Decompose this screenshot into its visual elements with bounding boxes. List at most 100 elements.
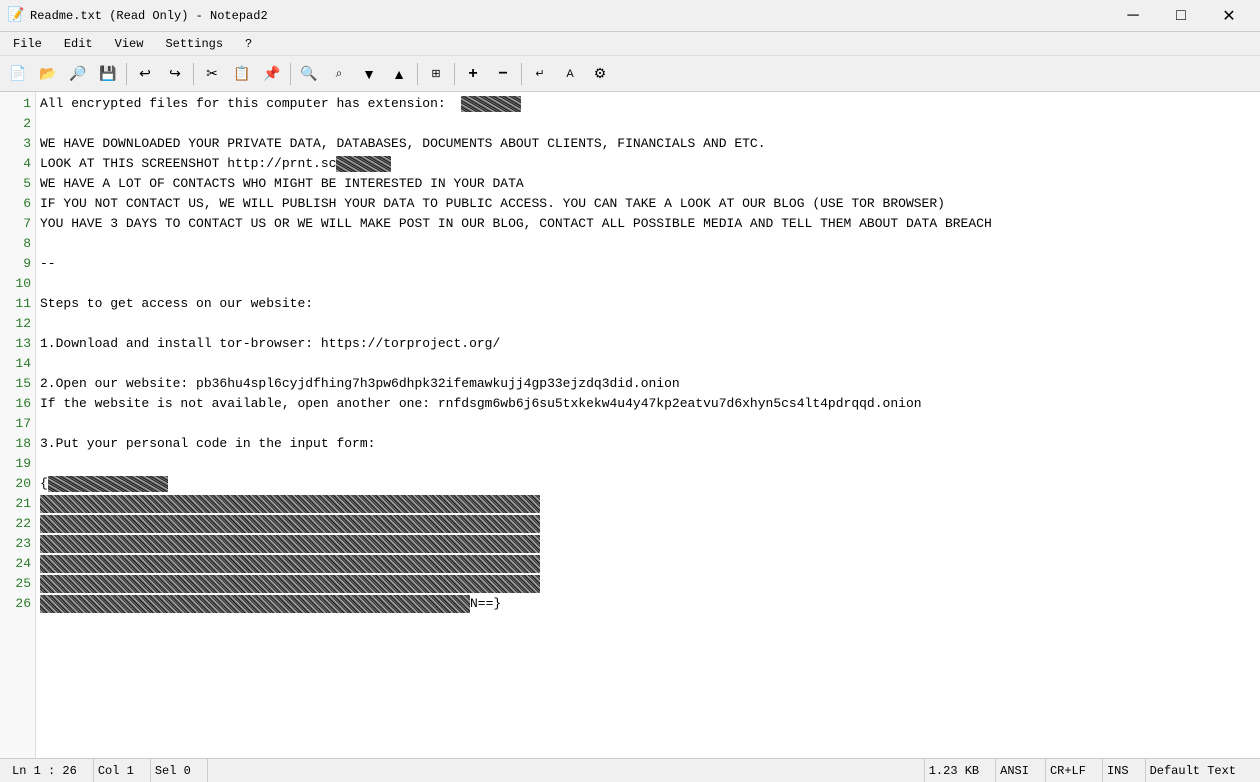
line-ending-button[interactable]: ↵ <box>526 60 554 88</box>
menu-file[interactable]: File <box>4 34 51 54</box>
line-17 <box>40 414 1256 434</box>
noise-block-24 <box>40 555 540 573</box>
menu-view[interactable]: View <box>106 34 153 54</box>
find-button[interactable]: 🔍 <box>295 60 323 88</box>
status-spacer <box>208 759 925 782</box>
maximize-button[interactable]: □ <box>1158 2 1204 30</box>
redo-button[interactable]: ↪ <box>161 60 189 88</box>
line-24 <box>40 554 1256 574</box>
zoom-out-button[interactable]: − <box>489 60 517 88</box>
line-number-7: 7 <box>0 214 31 234</box>
paste-button[interactable]: 📌 <box>258 60 286 88</box>
line-number-15: 15 <box>0 374 31 394</box>
menu-?[interactable]: ? <box>236 34 261 54</box>
close-button[interactable]: ✕ <box>1206 2 1252 30</box>
toolbar-separator-1 <box>126 63 127 85</box>
line-number-25: 25 <box>0 574 31 594</box>
line-2 <box>40 114 1256 134</box>
status-position: Ln 1 : 26 <box>8 759 94 782</box>
line-number-22: 22 <box>0 514 31 534</box>
noise-block-22 <box>40 515 540 533</box>
line-18: 3.Put your personal code in the input fo… <box>40 434 1256 454</box>
window-title: Readme.txt (Read Only) - Notepad2 <box>30 9 268 23</box>
noise-inline-4 <box>336 156 391 172</box>
line-9: -- <box>40 254 1256 274</box>
line-number-24: 24 <box>0 554 31 574</box>
find-next-button[interactable]: ▼ <box>355 60 383 88</box>
encoding-button[interactable]: A <box>556 60 584 88</box>
minimize-button[interactable]: ─ <box>1110 2 1156 30</box>
line-26: N==} <box>40 594 1256 614</box>
line-4: LOOK AT THIS SCREENSHOT http://prnt.sc <box>40 154 1256 174</box>
line-12 <box>40 314 1256 334</box>
find-file-button[interactable]: 🔎 <box>64 60 92 88</box>
find2-button[interactable]: ⌕ <box>325 60 353 88</box>
line-13: 1.Download and install tor-browser: http… <box>40 334 1256 354</box>
line-number-1: 1 <box>0 94 31 114</box>
status-encoding: ANSI <box>996 759 1046 782</box>
line-number-17: 17 <box>0 414 31 434</box>
cut-button[interactable]: ✂ <box>198 60 226 88</box>
line-6: IF YOU NOT CONTACT US, WE WILL PUBLISH Y… <box>40 194 1256 214</box>
line-23 <box>40 534 1256 554</box>
toolbar-separator-6 <box>521 63 522 85</box>
line-number-21: 21 <box>0 494 31 514</box>
undo-button[interactable]: ↩ <box>131 60 159 88</box>
line-numbers: 1234567891011121314151617181920212223242… <box>0 92 36 758</box>
line-15: 2.Open our website: pb36hu4spl6cyjdfhing… <box>40 374 1256 394</box>
line-21 <box>40 494 1256 514</box>
title-left: 📝 Readme.txt (Read Only) - Notepad2 <box>8 8 268 24</box>
line-22 <box>40 514 1256 534</box>
line-number-14: 14 <box>0 354 31 374</box>
noise-block-25 <box>40 575 540 593</box>
line-number-2: 2 <box>0 114 31 134</box>
line-number-23: 23 <box>0 534 31 554</box>
menu-bar: FileEditViewSettings? <box>0 32 1260 56</box>
noise-inline-20 <box>48 476 168 492</box>
line-19 <box>40 454 1256 474</box>
toolbar-separator-2 <box>193 63 194 85</box>
select-all-button[interactable]: ⊞ <box>422 60 450 88</box>
line-number-10: 10 <box>0 274 31 294</box>
zoom-in-button[interactable]: + <box>459 60 487 88</box>
status-line-ending: CR+LF <box>1046 759 1103 782</box>
toolbar-separator-3 <box>290 63 291 85</box>
line-number-5: 5 <box>0 174 31 194</box>
menu-edit[interactable]: Edit <box>55 34 102 54</box>
line-5: WE HAVE A LOT OF CONTACTS WHO MIGHT BE I… <box>40 174 1256 194</box>
status-mode: INS <box>1103 759 1146 782</box>
line-number-26: 26 <box>0 594 31 614</box>
toolbar-separator-5 <box>454 63 455 85</box>
status-style: Default Text <box>1146 759 1252 782</box>
title-controls: ─ □ ✕ <box>1110 2 1252 30</box>
line-20: { <box>40 474 1256 494</box>
noise-block-26 <box>40 595 470 613</box>
line-8 <box>40 234 1256 254</box>
editor-content[interactable]: All encrypted files for this computer ha… <box>36 92 1260 758</box>
status-sel: Sel 0 <box>151 759 208 782</box>
menu-settings[interactable]: Settings <box>156 34 232 54</box>
noise-block-21 <box>40 495 540 513</box>
new-button[interactable]: 📄 <box>4 60 32 88</box>
line-10 <box>40 274 1256 294</box>
title-bar: 📝 Readme.txt (Read Only) - Notepad2 ─ □ … <box>0 0 1260 32</box>
noise-inline-1 <box>461 96 521 112</box>
line-number-4: 4 <box>0 154 31 174</box>
find-prev-button[interactable]: ▲ <box>385 60 413 88</box>
open-button[interactable]: 📂 <box>34 60 62 88</box>
line-number-18: 18 <box>0 434 31 454</box>
line-25 <box>40 574 1256 594</box>
toolbar: 📄 📂 🔎 💾 ↩ ↪ ✂ 📋 📌 🔍 ⌕ ▼ ▲ ⊞ + − ↵ A ⚙ <box>0 56 1260 92</box>
save-button[interactable]: 💾 <box>94 60 122 88</box>
app-icon: 📝 <box>8 8 24 24</box>
line-number-9: 9 <box>0 254 31 274</box>
toolbar-separator-4 <box>417 63 418 85</box>
line-number-19: 19 <box>0 454 31 474</box>
noise-block-23 <box>40 535 540 553</box>
status-filesize: 1.23 KB <box>925 759 996 782</box>
editor-container: 1234567891011121314151617181920212223242… <box>0 92 1260 758</box>
copy-button[interactable]: 📋 <box>228 60 256 88</box>
settings-button[interactable]: ⚙ <box>586 60 614 88</box>
line-number-12: 12 <box>0 314 31 334</box>
status-col: Col 1 <box>94 759 151 782</box>
